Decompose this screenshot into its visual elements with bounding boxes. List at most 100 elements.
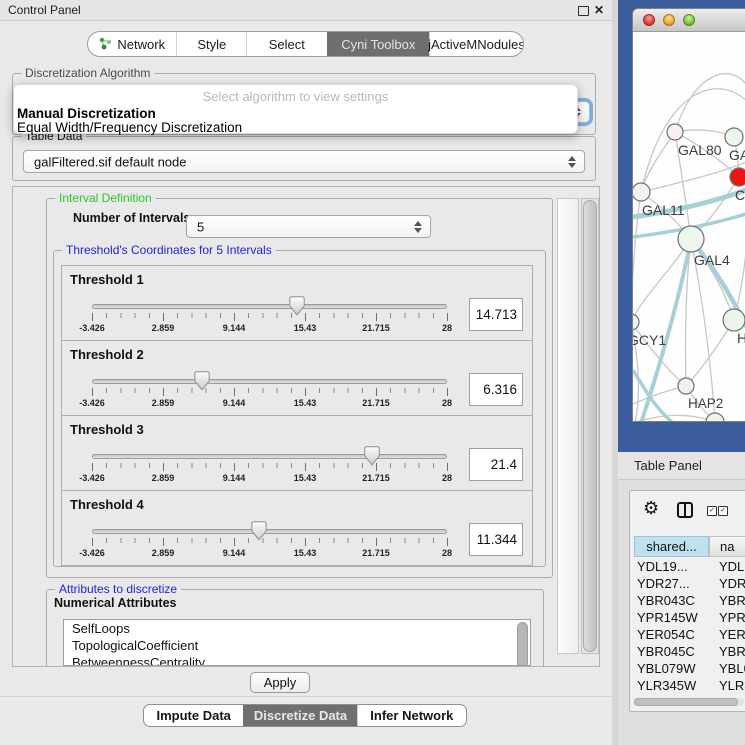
- dropdown-option-manual-discretization[interactable]: Manual Discretization: [17, 106, 156, 121]
- tab-label: Discretize Data: [254, 708, 347, 723]
- horizontal-scrollbar-thumb[interactable]: [634, 698, 738, 706]
- threshold-slider[interactable]: -3.4262.8599.14415.4321.71528: [92, 292, 447, 338]
- table-cell-name[interactable]: YPR1: [709, 609, 745, 626]
- table-row[interactable]: YDR27...YDR2: [634, 575, 745, 592]
- table-cell-shared-name[interactable]: YDR27...: [634, 575, 709, 592]
- list-scrollbar[interactable]: [517, 622, 528, 666]
- table-row[interactable]: YBL079WYBL0: [634, 660, 745, 677]
- network-canvas[interactable]: GAL80GACGAL11GAL4GCY1HHAP2: [633, 32, 745, 422]
- network-node[interactable]: [706, 413, 724, 422]
- table-cell-name[interactable]: YDR2: [709, 575, 745, 592]
- network-node-label: GAL4: [694, 252, 730, 268]
- tab-cyni-toolbox[interactable]: Cyni Toolbox: [327, 32, 429, 56]
- table-row[interactable]: YPR145WYPR1: [634, 609, 745, 626]
- table-cell-shared-name[interactable]: YLR345W: [634, 677, 709, 694]
- network-node-label: H: [737, 330, 745, 346]
- table-row[interactable]: YBR043CYBR0: [634, 592, 745, 609]
- threshold-value-field[interactable]: 21.4: [469, 448, 523, 481]
- threshold-slider[interactable]: -3.4262.8599.14415.4321.71528: [92, 517, 447, 563]
- slider-tick-label: 21.715: [362, 473, 390, 483]
- checkbox-icon[interactable]: ✓: [707, 506, 717, 516]
- network-node-gal11[interactable]: [633, 183, 650, 201]
- dropdown-option-equal-width-frequency[interactable]: Equal Width/Frequency Discretization: [17, 120, 242, 135]
- table-row[interactable]: YDL19...YDL1: [634, 558, 745, 575]
- gear-icon[interactable]: ⚙: [643, 498, 659, 518]
- attribute-item[interactable]: BetweennessCentrality: [64, 654, 530, 666]
- slider-thumb[interactable]: [364, 446, 380, 466]
- threshold-panel-1: Threshold 1 -3.4262.8599.14415.4321.7152…: [61, 265, 533, 341]
- slider-track[interactable]: [92, 529, 447, 534]
- column-header-shared-name[interactable]: shared...: [634, 536, 709, 557]
- numerical-attributes-list[interactable]: SelfLoopsTopologicalCoefficientBetweenne…: [63, 619, 531, 666]
- checkbox-icon[interactable]: ✓: [718, 506, 728, 516]
- network-node-gal4[interactable]: [678, 226, 704, 252]
- threshold-value-field[interactable]: 11.344: [469, 523, 523, 556]
- table-cell-shared-name[interactable]: YBR045C: [634, 643, 709, 660]
- slider-major-tick: [376, 313, 377, 321]
- tab-impute-data[interactable]: Impute Data: [144, 705, 243, 726]
- vertical-scrollbar[interactable]: [581, 198, 599, 654]
- apply-button[interactable]: Apply: [250, 672, 310, 693]
- threshold-slider[interactable]: -3.4262.8599.14415.4321.71528: [92, 367, 447, 413]
- minimize-window-button[interactable]: [663, 14, 675, 26]
- slider-thumb[interactable]: [251, 521, 267, 541]
- table-cell-name[interactable]: YER0: [709, 626, 745, 643]
- network-node-ga[interactable]: [725, 128, 743, 146]
- tab-select[interactable]: Select: [246, 32, 327, 56]
- network-view-window[interactable]: GAL80GACGAL11GAL4GCY1HHAP2: [632, 8, 745, 422]
- table-cell-name[interactable]: YBL0: [709, 660, 745, 677]
- slider-major-tick: [92, 313, 93, 321]
- table-cell-name[interactable]: YLR3: [709, 677, 745, 694]
- slider-track[interactable]: [92, 454, 447, 459]
- slider-tick-label: 28: [442, 473, 452, 483]
- attribute-item[interactable]: TopologicalCoefficient: [64, 637, 530, 654]
- threshold-value-field[interactable]: 6.316: [469, 373, 523, 406]
- slider-track[interactable]: [92, 379, 447, 384]
- threshold-value-field[interactable]: 14.713: [469, 298, 523, 331]
- zoom-window-button[interactable]: [683, 14, 695, 26]
- slider-major-tick: [92, 538, 93, 546]
- table-data-combobox[interactable]: galFiltered.sif default node: [23, 150, 585, 173]
- tab-jactivemnodules[interactable]: jActiveMNodules: [429, 32, 523, 56]
- list-items: SelfLoopsTopologicalCoefficientBetweenne…: [64, 620, 530, 666]
- close-icon[interactable]: ✕: [594, 2, 604, 18]
- split-columns-icon[interactable]: [677, 502, 693, 518]
- slider-track[interactable]: [92, 304, 447, 309]
- table-row[interactable]: YER054CYER0: [634, 626, 745, 643]
- table-cell-shared-name[interactable]: YDL19...: [634, 558, 709, 575]
- vertical-scrollbar-thumb[interactable]: [583, 200, 597, 652]
- network-window-titlebar[interactable]: [633, 9, 745, 32]
- float-window-icon[interactable]: [578, 6, 589, 16]
- table-cell-name[interactable]: YBR0: [709, 643, 745, 660]
- table-rows: YDL19...YDL1YDR27...YDR2YBR043CYBR0YPR14…: [634, 558, 745, 698]
- attribute-item[interactable]: SelfLoops: [64, 620, 530, 637]
- table-cell-shared-name[interactable]: YPR145W: [634, 609, 709, 626]
- tab-network[interactable]: Network: [88, 32, 176, 56]
- column-header-name[interactable]: na: [709, 536, 745, 557]
- table-row[interactable]: YLR345WYLR3: [634, 677, 745, 694]
- horizontal-scrollbar[interactable]: [634, 698, 744, 706]
- tab-discretize-data[interactable]: Discretize Data: [243, 705, 356, 726]
- table-cell-shared-name[interactable]: YBL079W: [634, 660, 709, 677]
- table-cell-shared-name[interactable]: YER054C: [634, 626, 709, 643]
- table-cell-shared-name[interactable]: YBR043C: [634, 592, 709, 609]
- control-panel: Control Panel ✕ Network Style Select Cyn…: [0, 0, 613, 745]
- slider-thumb[interactable]: [289, 296, 305, 316]
- slider-major-tick: [92, 463, 93, 471]
- table-row[interactable]: YBR045CYBR0: [634, 643, 745, 660]
- close-window-button[interactable]: [643, 14, 655, 26]
- tab-infer-network[interactable]: Infer Network: [357, 705, 466, 726]
- slider-major-tick: [163, 538, 164, 546]
- tab-style[interactable]: Style: [176, 32, 246, 56]
- slider-thumb[interactable]: [194, 371, 210, 391]
- table-cell-name[interactable]: YBR0: [709, 592, 745, 609]
- number-of-intervals-combobox[interactable]: 5: [186, 215, 431, 238]
- table-cell-name[interactable]: YDL1: [709, 558, 745, 575]
- network-node-h[interactable]: [723, 309, 745, 331]
- network-node-gcy1[interactable]: [633, 314, 639, 330]
- network-node-gal80[interactable]: [667, 124, 683, 140]
- network-node-c[interactable]: [730, 168, 745, 186]
- threshold-slider[interactable]: -3.4262.8599.14415.4321.71528: [92, 442, 447, 488]
- network-node-hap2[interactable]: [678, 378, 694, 394]
- inner-scroll-track[interactable]: [557, 198, 579, 654]
